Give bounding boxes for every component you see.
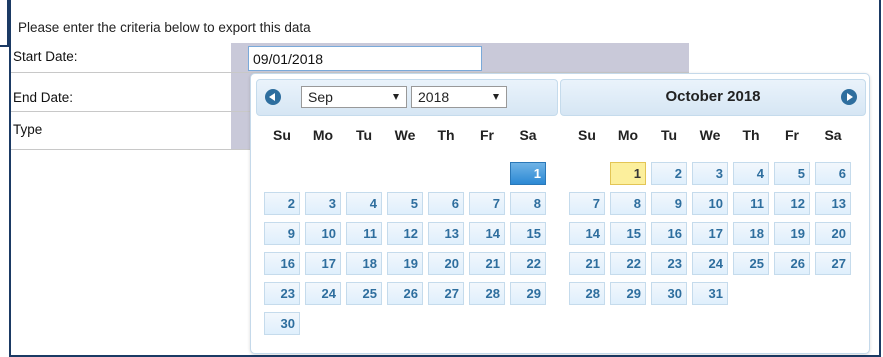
day-cell[interactable]: 1	[610, 162, 646, 185]
day-cell[interactable]: 27	[428, 282, 464, 305]
day-cell[interactable]: 24	[305, 282, 341, 305]
day-cell[interactable]: 6	[815, 162, 851, 185]
prev-circle-icon[interactable]	[265, 89, 281, 105]
weekday-label: Tu	[355, 127, 373, 143]
calendar-month-right: October 2018 Su Mo Tu We Th Fr Sa 123456…	[558, 74, 869, 353]
day-cell[interactable]: 28	[469, 282, 505, 305]
left-panel-border	[0, 0, 9, 47]
day-cell[interactable]: 9	[264, 222, 300, 245]
day-cell[interactable]: 18	[346, 252, 382, 275]
day-cell[interactable]: 24	[692, 252, 728, 275]
day-cell[interactable]: 8	[610, 192, 646, 215]
day-cell[interactable]: 9	[651, 192, 687, 215]
day-cell[interactable]: 3	[305, 192, 341, 215]
day-cell[interactable]: 16	[264, 252, 300, 275]
day-cell[interactable]: 23	[651, 252, 687, 275]
calendar-title-right: October 2018	[665, 88, 761, 105]
year-select[interactable]: 2018	[411, 86, 507, 108]
month-select[interactable]: Sep	[301, 86, 407, 108]
chevron-down-icon	[393, 94, 399, 100]
weekday-label: Th	[437, 127, 455, 143]
weekday-label: Su	[273, 127, 291, 143]
day-cell[interactable]: 30	[264, 312, 300, 335]
day-cell[interactable]: 20	[428, 252, 464, 275]
end-date-label: End Date:	[13, 90, 74, 105]
day-cell[interactable]: 29	[510, 282, 546, 305]
day-cell[interactable]: 10	[305, 222, 341, 245]
next-circle-icon[interactable]	[841, 89, 857, 105]
day-cell[interactable]: 25	[733, 252, 769, 275]
day-cell[interactable]: 31	[692, 282, 728, 305]
day-cell[interactable]: 23	[264, 282, 300, 305]
calendar-header-left: Sep 2018	[256, 79, 558, 116]
day-cell[interactable]: 12	[387, 222, 423, 245]
day-cell[interactable]: 13	[815, 192, 851, 215]
day-cell[interactable]: 4	[346, 192, 382, 215]
datepicker-popup: Sep 2018 Su Mo Tu We Th Fr Sa 1234567891…	[250, 73, 870, 354]
chevron-down-icon	[493, 94, 499, 100]
weekday-label: Mo	[312, 127, 334, 143]
day-cell[interactable]: 5	[387, 192, 423, 215]
weekday-label: Su	[578, 127, 596, 143]
start-date-input[interactable]	[248, 46, 482, 71]
day-cell[interactable]: 18	[733, 222, 769, 245]
day-cell[interactable]: 26	[387, 282, 423, 305]
day-cell[interactable]: 20	[815, 222, 851, 245]
day-cell[interactable]: 2	[651, 162, 687, 185]
weekday-label: Fr	[480, 127, 494, 143]
day-cell[interactable]: 14	[469, 222, 505, 245]
export-instructions: Please enter the criteria below to expor…	[18, 20, 311, 35]
day-cell[interactable]: 11	[346, 222, 382, 245]
day-cell[interactable]: 29	[610, 282, 646, 305]
day-cell[interactable]: 12	[774, 192, 810, 215]
weekday-label: Fr	[785, 127, 799, 143]
day-cell[interactable]: 14	[569, 222, 605, 245]
day-cell[interactable]: 30	[651, 282, 687, 305]
day-cell[interactable]: 19	[774, 222, 810, 245]
day-cell[interactable]: 2	[264, 192, 300, 215]
day-cell[interactable]: 15	[510, 222, 546, 245]
day-cell[interactable]: 21	[469, 252, 505, 275]
day-cell[interactable]: 26	[774, 252, 810, 275]
day-cell[interactable]: 7	[469, 192, 505, 215]
weekday-label: Sa	[824, 127, 842, 143]
day-cell[interactable]: 17	[692, 222, 728, 245]
day-cell[interactable]: 3	[692, 162, 728, 185]
day-cell[interactable]: 25	[346, 282, 382, 305]
day-cell[interactable]: 16	[651, 222, 687, 245]
day-cell[interactable]: 5	[774, 162, 810, 185]
weekday-label: Th	[742, 127, 760, 143]
calendar-header-right: October 2018	[560, 79, 866, 116]
calendar-month-left: Sep 2018 Su Mo Tu We Th Fr Sa 1234567891…	[251, 74, 558, 353]
weekday-label: We	[699, 127, 721, 143]
day-cell[interactable]: 27	[815, 252, 851, 275]
weekday-label: Mo	[617, 127, 639, 143]
day-cell[interactable]: 17	[305, 252, 341, 275]
day-cell[interactable]: 13	[428, 222, 464, 245]
weekday-label: We	[394, 127, 416, 143]
start-date-label: Start Date:	[13, 49, 78, 64]
day-cell[interactable]: 15	[610, 222, 646, 245]
day-cell[interactable]: 1	[510, 162, 546, 185]
day-cell[interactable]: 28	[569, 282, 605, 305]
day-cell[interactable]: 19	[387, 252, 423, 275]
weekday-label: Sa	[519, 127, 537, 143]
day-cell[interactable]: 6	[428, 192, 464, 215]
day-cell[interactable]: 22	[510, 252, 546, 275]
day-cell[interactable]: 4	[733, 162, 769, 185]
month-select-value: Sep	[308, 89, 333, 105]
year-select-value: 2018	[418, 89, 450, 105]
weekday-label: Tu	[660, 127, 678, 143]
day-cell[interactable]: 7	[569, 192, 605, 215]
day-cell[interactable]: 22	[610, 252, 646, 275]
day-cell[interactable]: 8	[510, 192, 546, 215]
day-cell[interactable]: 21	[569, 252, 605, 275]
type-label: Type	[13, 122, 43, 137]
day-cell[interactable]: 10	[692, 192, 728, 215]
day-cell[interactable]: 11	[733, 192, 769, 215]
